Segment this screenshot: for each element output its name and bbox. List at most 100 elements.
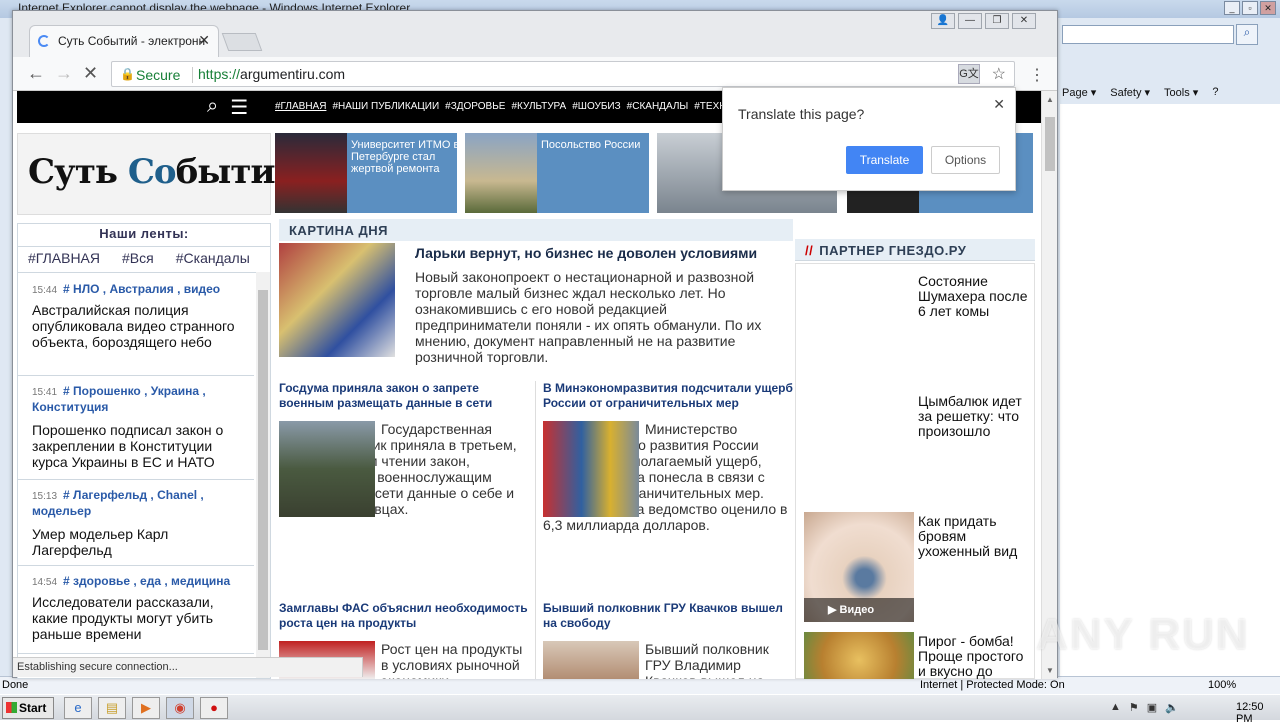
explorer-taskbar-icon[interactable]: ▤ bbox=[98, 697, 126, 719]
feed-scroll-thumb[interactable] bbox=[258, 290, 268, 650]
profile-icon[interactable]: 👤 bbox=[931, 13, 955, 29]
partner-item[interactable]: Как придать бровям ухоженный вид bbox=[918, 514, 1030, 559]
ie-safety-menu[interactable]: Safety ▾ bbox=[1110, 86, 1150, 102]
promo-text: Университет ИТМО в Петербурге стал жертв… bbox=[351, 139, 460, 175]
minimize-button[interactable]: — bbox=[958, 13, 982, 29]
restore-button[interactable]: ❐ bbox=[985, 13, 1009, 29]
chrome-menu-icon[interactable]: ⋮ bbox=[1029, 65, 1045, 85]
ie-close-button[interactable]: ✕ bbox=[1260, 1, 1276, 15]
partner-item[interactable]: Цымбалюк идет за решетку: что произошло bbox=[918, 394, 1030, 439]
feed-tab-all[interactable]: #Вся bbox=[122, 250, 154, 266]
video-label[interactable]: ▶ Видео bbox=[804, 598, 914, 622]
chrome-taskbar-icon[interactable]: ◉ bbox=[166, 697, 194, 719]
secure-label[interactable]: Secure bbox=[136, 67, 180, 83]
site-logo[interactable]: Суть Событий bbox=[17, 133, 300, 215]
partner-image[interactable] bbox=[804, 632, 914, 679]
clock[interactable]: 12:50 PM bbox=[1236, 701, 1280, 725]
article-card[interactable]: Бывший полковник ГРУ Квачков вышел на св… bbox=[543, 601, 793, 679]
nav-item-health[interactable]: #ЗДОРОВЬЕ bbox=[445, 101, 505, 112]
ie-maximize-button[interactable]: ▫ bbox=[1242, 1, 1258, 15]
article-image[interactable] bbox=[279, 421, 375, 517]
scroll-up-icon[interactable]: ▲ bbox=[1046, 95, 1054, 104]
bookmark-star-icon[interactable]: ☆ bbox=[992, 64, 1006, 84]
main-story-image[interactable] bbox=[279, 243, 395, 357]
feed-tab-scandals[interactable]: #Скандалы bbox=[176, 250, 250, 266]
new-tab-button[interactable] bbox=[221, 33, 263, 51]
close-icon[interactable]: ✕ bbox=[993, 96, 1005, 113]
url-text[interactable]: https://argumentiru.com bbox=[198, 66, 345, 82]
address-bar[interactable]: 🔒 Secure https://argumentiru.com G文 ☆ bbox=[111, 61, 1015, 87]
translate-icon[interactable]: G文 bbox=[958, 64, 980, 84]
lock-icon[interactable]: 🔒 bbox=[120, 67, 135, 81]
url-scheme: https:// bbox=[198, 66, 241, 82]
chrome-window-controls: 👤 — ❐ ✕ bbox=[931, 13, 1036, 29]
feed-scrollbar[interactable] bbox=[256, 272, 270, 678]
close-button[interactable]: ✕ bbox=[1012, 13, 1036, 29]
back-arrow-icon[interactable]: ← bbox=[27, 63, 45, 83]
ie-search-icon[interactable]: ⌕ bbox=[1236, 24, 1258, 45]
feed-text[interactable]: Порошенко подписал закон о закреплении в… bbox=[32, 422, 242, 470]
tray-expand-icon[interactable]: ▲ bbox=[1110, 701, 1121, 714]
search-icon[interactable]: ⌕ bbox=[207, 95, 218, 120]
article-card[interactable]: Госдума приняла закон о запрете военным … bbox=[279, 381, 529, 517]
scroll-down-icon[interactable]: ▼ bbox=[1046, 666, 1054, 675]
partner-item[interactable]: Состояние Шумахера после 6 лет комы bbox=[918, 274, 1030, 319]
feed-text[interactable]: Умер модельер Карл Лагерфельд bbox=[32, 526, 242, 558]
status-text: Establishing secure connection... bbox=[17, 661, 178, 673]
stop-icon[interactable]: ✕ bbox=[83, 63, 98, 83]
divider bbox=[18, 272, 270, 273]
page-scrollbar[interactable]: ▲ ▼ bbox=[1041, 91, 1057, 679]
promo-card[interactable]: Посольство России bbox=[465, 133, 649, 213]
nav-item-showbiz[interactable]: #ШОУБИЗ bbox=[572, 101, 620, 112]
options-button[interactable]: Options bbox=[931, 146, 1000, 174]
tab-close-icon[interactable]: ✕ bbox=[198, 32, 210, 49]
ie-minimize-button[interactable]: _ bbox=[1224, 1, 1240, 15]
ie-tools-menu[interactable]: Tools ▾ bbox=[1164, 86, 1198, 102]
feed-tab-main[interactable]: #ГЛАВНАЯ bbox=[28, 250, 100, 266]
promo-card[interactable]: Университет ИТМО в Петербурге стал жертв… bbox=[275, 133, 459, 213]
chrome-tab-strip: Суть Событий - электронн ✕ 👤 — ❐ ✕ bbox=[13, 11, 1057, 57]
feed-text[interactable]: Австралийская полиция опубликовала видео… bbox=[32, 302, 242, 350]
forward-arrow-icon[interactable]: → bbox=[55, 63, 73, 83]
ie-page-menu[interactable]: Page ▾ bbox=[1062, 86, 1096, 102]
feed-item[interactable]: 14:54 # здоровье , еда , медицина Исследо… bbox=[18, 566, 254, 654]
stop-taskbar-icon[interactable]: ● bbox=[200, 697, 228, 719]
section-header: КАРТИНА ДНЯ bbox=[279, 219, 793, 241]
feed-item[interactable]: 15:41 # Порошенко , Украина , Конституция… bbox=[18, 376, 254, 480]
ie-help-menu[interactable]: ? bbox=[1212, 86, 1218, 102]
article-title[interactable]: Замглавы ФАС объяснил необходимость рост… bbox=[279, 601, 529, 631]
article-title[interactable]: Бывший полковник ГРУ Квачков вышел на св… bbox=[543, 601, 793, 631]
network-icon[interactable]: ▣ bbox=[1147, 701, 1157, 714]
partner-image[interactable]: ▶ Видео bbox=[804, 512, 914, 622]
hamburger-menu-icon[interactable]: ☰ bbox=[230, 95, 248, 120]
article-image[interactable] bbox=[543, 641, 639, 679]
nav-item-main[interactable]: #ГЛАВНАЯ bbox=[275, 101, 326, 112]
browser-tab[interactable]: Суть Событий - электронн ✕ bbox=[29, 25, 219, 57]
partner-item[interactable]: Пирог - бомба! Проще простого и вкусно д… bbox=[918, 634, 1030, 680]
ie-search-input[interactable] bbox=[1062, 25, 1234, 44]
flag-icon[interactable]: ⚑ bbox=[1129, 701, 1139, 714]
volume-icon[interactable]: 🔈 bbox=[1165, 701, 1179, 714]
feed-meta: 15:13 # Лагерфельд , Chanel , модельер bbox=[32, 488, 204, 518]
feed-item[interactable]: 15:13 # Лагерфельд , Chanel , модельер Ум… bbox=[18, 480, 254, 566]
page-scroll-thumb[interactable] bbox=[1045, 117, 1055, 171]
nav-item-publications[interactable]: #НАШИ ПУБЛИКАЦИИ bbox=[332, 101, 439, 112]
media-player-taskbar-icon[interactable]: ▶ bbox=[132, 697, 160, 719]
tab-title: Суть Событий - электронн bbox=[58, 34, 206, 48]
site-nav: #ГЛАВНАЯ #НАШИ ПУБЛИКАЦИИ #ЗДОРОВЬЕ #КУЛ… bbox=[275, 101, 734, 112]
feed-text[interactable]: Исследователи рассказали, какие продукты… bbox=[32, 594, 242, 642]
feeds-header: Наши ленты: bbox=[99, 226, 189, 241]
article-image[interactable] bbox=[543, 421, 639, 517]
article-card[interactable]: В Минэкономразвития подсчитали ущерб Рос… bbox=[543, 381, 793, 533]
ie-taskbar-icon[interactable]: e bbox=[64, 697, 92, 719]
translate-button[interactable]: Translate bbox=[846, 146, 923, 174]
start-button[interactable]: Start bbox=[2, 697, 54, 719]
article-title[interactable]: В Минэкономразвития подсчитали ущерб Рос… bbox=[543, 381, 793, 411]
nav-item-culture[interactable]: #КУЛЬТУРА bbox=[511, 101, 566, 112]
nav-item-scandals[interactable]: #СКАНДАЛЫ bbox=[627, 101, 689, 112]
main-story-title[interactable]: Ларьки вернут, но бизнес не доволен усло… bbox=[415, 245, 785, 261]
column-divider bbox=[535, 381, 536, 679]
feed-item[interactable]: 15:44 # НЛО , Австралия , видео Австралий… bbox=[18, 274, 254, 376]
article-title[interactable]: Госдума приняла закон о запрете военным … bbox=[279, 381, 529, 411]
ie-zoom-level[interactable]: 100% bbox=[1208, 679, 1236, 691]
